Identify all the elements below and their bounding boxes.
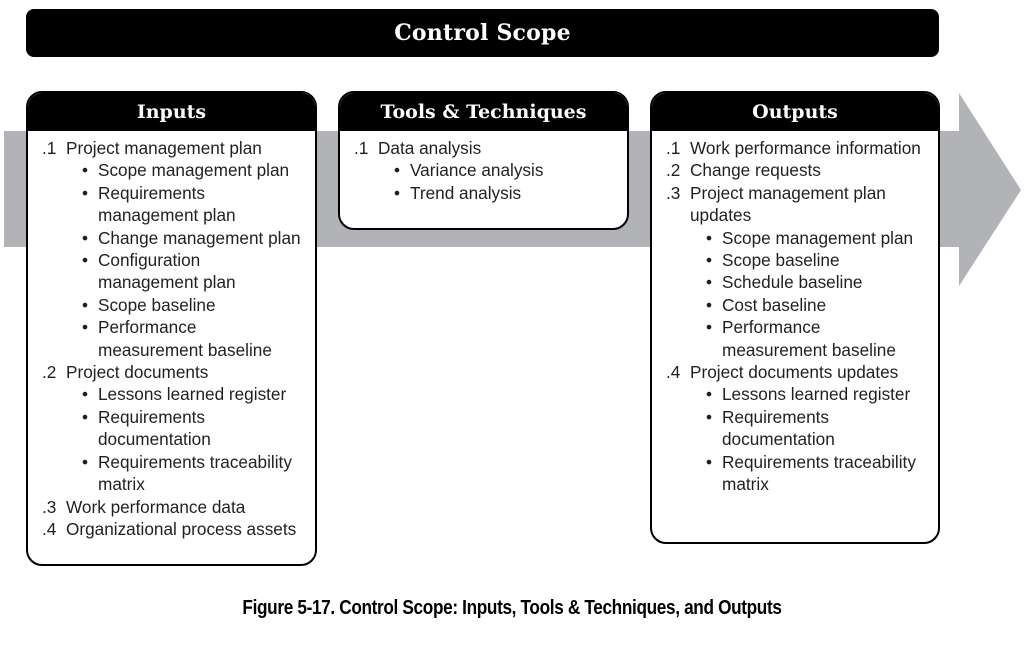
list-item: .2 Project documents [42,361,305,383]
sub-item: • Lessons learned register [666,383,928,405]
item-number: .1 [666,138,681,158]
item-number: .4 [42,518,57,539]
item-text: Project documents [66,362,209,383]
item-text: Organizational process assets [66,518,297,539]
bullet-icon: • [706,250,713,271]
sub-item-text: Lessons learned register [98,384,287,405]
sub-item-text: Scope management plan [722,227,914,248]
sub-item-text: Requirements documentation [722,406,835,450]
sub-item-text: Scope baseline [722,250,840,271]
sub-item-text: Configuration management plan [98,250,236,293]
bullet-icon: • [706,406,713,427]
tools-list: .1 Data analysis • Variance analysis • Trend … [340,131,627,204]
sub-item: • Requirements management plan [42,182,305,227]
sub-item: • Schedule baseline [666,271,928,293]
bullet-icon: • [82,182,89,203]
sub-item: • Scope baseline [666,249,928,271]
inputs-box: Inputs .1 Project management plan • Scope m… [26,91,317,566]
sub-item-text: Variance analysis [410,160,544,181]
sub-item: • Requirements documentation [666,406,928,451]
outputs-header: Outputs [652,93,938,131]
bullet-icon: • [82,451,89,472]
item-text: Project documents updates [690,362,899,383]
sub-item-text: Schedule baseline [722,272,863,293]
sub-item: • Scope baseline [42,294,305,316]
inputs-list: .1 Project management plan • Scope manageme… [28,131,315,540]
item-text: Work performance data [66,496,246,517]
bullet-icon: • [706,317,713,338]
list-item: .4 Project documents updates [666,361,928,383]
sub-item-text: Change management plan [98,227,301,248]
sub-item: • Requirements traceability matrix [666,451,928,496]
sub-item: • Trend analysis [354,182,617,204]
bullet-icon: • [706,384,713,405]
sub-item-text: Requirements documentation [98,406,211,450]
item-number: .3 [42,496,57,517]
sub-item-text: Scope management plan [98,160,290,181]
sub-item-text: Lessons learned register [722,384,911,405]
list-item: .1 Project management plan [42,137,305,159]
list-item: .1 Data analysis [354,137,617,159]
sub-item-text: Requirements traceability matrix [722,451,916,495]
sub-item-text: Requirements traceability matrix [98,451,292,495]
list-item: .2 Change requests [666,159,928,181]
bullet-icon: • [82,384,89,405]
bullet-icon: • [82,294,89,315]
item-text: Change requests [690,160,821,181]
item-text: Work performance information [690,138,921,158]
bullet-icon: • [82,406,89,427]
sub-item: • Configuration management plan [42,249,305,294]
tools-box: Tools & Techniques .1 Data analysis • Varia… [338,91,629,230]
item-number: .1 [42,138,57,158]
sub-item: • Variance analysis [354,159,617,181]
bullet-icon: • [82,317,89,338]
bullet-icon: • [394,182,401,203]
inputs-header-text: Inputs [136,101,207,123]
sub-item-text: Requirements management plan [98,182,236,226]
sub-item: • Lessons learned register [42,383,305,405]
item-text: Project management plan [66,138,262,158]
sub-item: • Scope management plan [42,159,305,181]
bullet-icon: • [706,272,713,293]
sub-item: • Performance measurement baseline [42,316,305,361]
bullet-icon: • [706,451,713,472]
list-item: .4 Organizational process assets [42,518,305,540]
outputs-header-text: Outputs [752,101,838,123]
bullet-icon: • [706,294,713,315]
tools-header: Tools & Techniques [340,93,627,131]
bullet-icon: • [82,227,89,248]
sub-item-text: Performance measurement baseline [722,317,896,360]
list-item: .3 Project management plan updates [666,182,928,227]
item-number: .1 [354,138,369,158]
diagram-title-text: Control Scope [394,20,571,46]
outputs-box: Outputs .1 Work performance information .2… [650,91,940,544]
item-number: .4 [666,362,681,383]
tools-header-text: Tools & Techniques [380,101,587,123]
sub-item: • Scope management plan [666,227,928,249]
item-number: .2 [666,160,681,181]
bullet-icon: • [82,160,89,181]
bullet-icon: • [394,160,401,181]
sub-item-text: Trend analysis [410,182,522,203]
sub-item-text: Performance measurement baseline [98,317,272,360]
item-text: Data analysis [378,138,482,158]
sub-item: • Requirements documentation [42,406,305,451]
sub-item: • Cost baseline [666,294,928,316]
item-text: Project management plan updates [690,182,886,226]
list-item: .3 Work performance data [42,496,305,518]
item-number: .2 [42,362,57,383]
outputs-list: .1 Work performance information .2 Change r… [652,131,938,496]
bullet-icon: • [82,250,89,271]
inputs-header: Inputs [28,93,315,131]
sub-item: • Change management plan [42,227,305,249]
sub-item-text: Scope baseline [98,294,216,315]
bullet-icon: • [706,227,713,248]
diagram-title: Control Scope [26,9,939,57]
figure-caption: Figure 5-17. Control Scope: Inputs, Tool… [242,597,782,619]
sub-item-text: Cost baseline [722,294,827,315]
item-number: .3 [666,182,681,203]
list-item: .1 Work performance information [666,137,928,159]
sub-item: • Performance measurement baseline [666,316,928,361]
sub-item: • Requirements traceability matrix [42,451,305,496]
